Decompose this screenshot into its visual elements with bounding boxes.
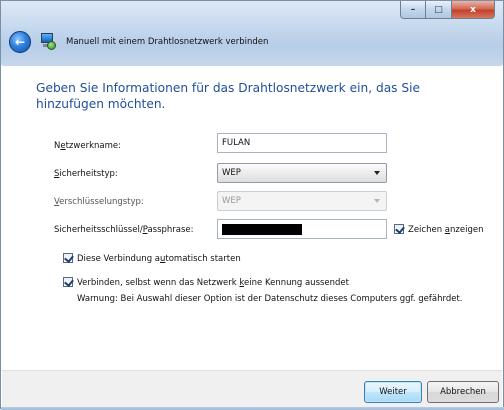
show-characters-checkbox[interactable]: Zeichen anzeigen	[394, 224, 483, 235]
security-key-input[interactable]	[217, 219, 387, 239]
masked-key-value	[222, 224, 302, 235]
security-key-label: Sicherheitsschlüssel/Passphrase:	[54, 225, 194, 235]
encryption-type-label: Verschlüsselungstyp:	[54, 197, 144, 207]
network-name-input[interactable]: FULAN	[217, 133, 387, 153]
close-button[interactable]: x	[452, 1, 495, 19]
cancel-button[interactable]: Abbrechen	[427, 381, 499, 403]
button-bar: Weiter Abbrechen	[2, 370, 502, 407]
next-button[interactable]: Weiter	[364, 381, 422, 403]
back-arrow-icon[interactable]: ←	[9, 31, 31, 53]
chevron-down-icon	[374, 199, 380, 203]
checkbox-checked-icon	[394, 224, 404, 234]
network-name-label: Netzwerkname:	[54, 141, 121, 151]
maximize-button[interactable]: □	[426, 1, 452, 19]
minimize-button[interactable]: –	[400, 1, 426, 19]
wizard-content: Geben Sie Informationen für das Drahtlos…	[2, 65, 502, 370]
privacy-warning: Warnung: Bei Auswahl dieser Option ist d…	[77, 294, 463, 304]
auto-start-checkbox[interactable]: Diese Verbindung automatisch starten	[63, 253, 241, 264]
page-heading: Geben Sie Informationen für das Drahtlos…	[36, 81, 421, 111]
window-title: Manuell mit einem Drahtlosnetzwerk verbi…	[66, 37, 269, 47]
security-type-label: Sicherheitstyp:	[54, 169, 118, 179]
wizard-window: – □ x ← Manuell mit einem Drahtlosnetzwe…	[0, 0, 504, 410]
network-icon	[38, 32, 56, 52]
encryption-type-select[interactable]: WEP	[217, 191, 387, 211]
checkbox-checked-icon	[63, 277, 73, 287]
security-type-select[interactable]: WEP	[217, 163, 387, 183]
encryption-type-value: WEP	[222, 196, 241, 206]
security-type-value: WEP	[222, 168, 241, 178]
checkbox-checked-icon	[63, 253, 73, 263]
connect-hidden-checkbox[interactable]: Verbinden, selbst wenn das Netzwerk kein…	[63, 277, 349, 288]
chevron-down-icon	[374, 171, 380, 175]
window-controls: – □ x	[400, 1, 495, 19]
